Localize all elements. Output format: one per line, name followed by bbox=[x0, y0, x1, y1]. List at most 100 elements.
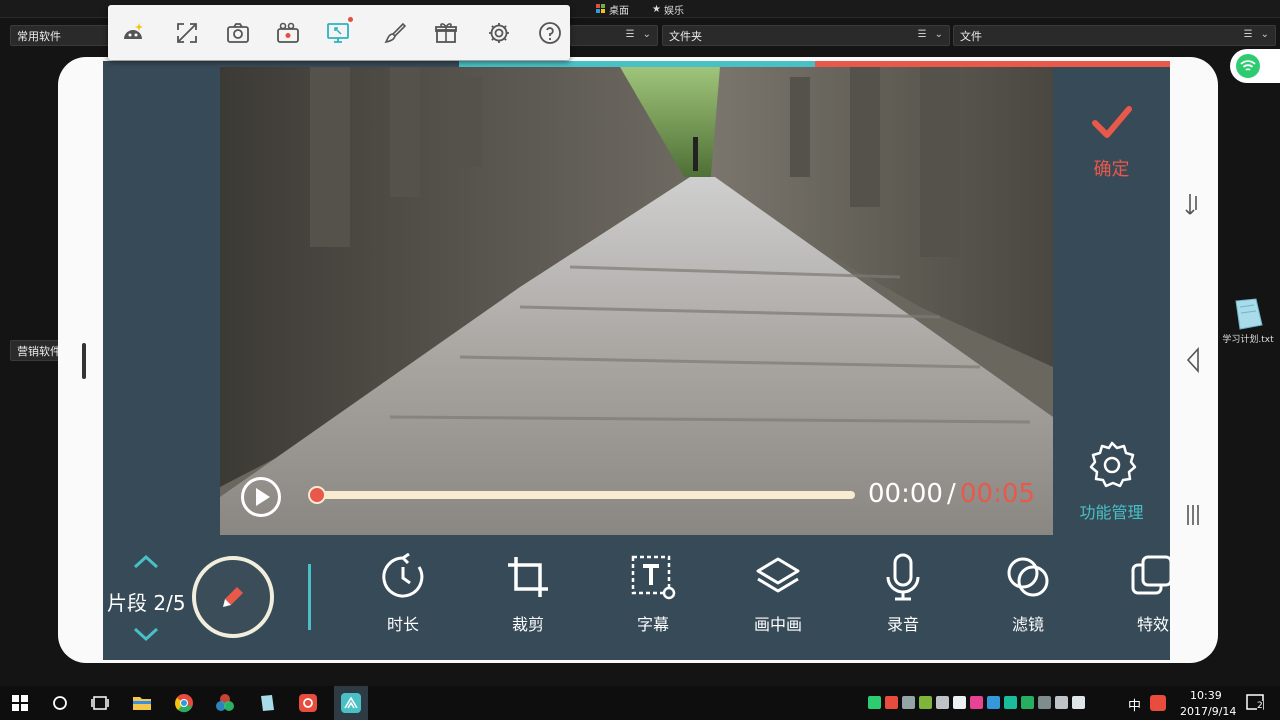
notification-icon bbox=[1246, 694, 1264, 710]
file-label[interactable]: 学习计划.txt bbox=[1220, 332, 1276, 345]
chrome-button[interactable] bbox=[172, 691, 196, 715]
app-tray-icon[interactable] bbox=[919, 696, 932, 709]
network-tray-icon[interactable] bbox=[1055, 696, 1068, 709]
check-icon[interactable] bbox=[1087, 97, 1137, 147]
phone-side-button bbox=[82, 343, 86, 379]
desktop-tab-entertainment[interactable]: ★ 娱乐 bbox=[652, 1, 684, 17]
paintbrush-icon bbox=[384, 22, 407, 44]
volume-tray-icon[interactable] bbox=[1072, 696, 1085, 709]
tool-label: 录音 bbox=[886, 615, 919, 634]
app-tray-icon[interactable] bbox=[936, 696, 949, 709]
fullscreen-button[interactable] bbox=[172, 18, 202, 48]
search-button[interactable] bbox=[48, 691, 72, 715]
mascot-button[interactable] bbox=[118, 18, 148, 48]
back-icon[interactable] bbox=[1184, 346, 1202, 374]
app-tray-icon[interactable] bbox=[970, 696, 983, 709]
app-tray-icon[interactable] bbox=[1004, 696, 1017, 709]
notepad-button[interactable] bbox=[255, 691, 279, 715]
tool-effects[interactable]: 特效 bbox=[1108, 553, 1170, 653]
app-tray-icon[interactable] bbox=[885, 696, 898, 709]
microphone-icon bbox=[886, 553, 920, 601]
fence-controls[interactable]: ☰ ⌄ bbox=[1244, 29, 1269, 40]
fence-folder[interactable]: 文件夹 ☰ ⌄ bbox=[662, 25, 950, 46]
seek-knob[interactable] bbox=[308, 486, 326, 504]
wifi-widget[interactable] bbox=[1230, 49, 1280, 83]
tool-duration[interactable]: 时长 bbox=[358, 553, 448, 653]
fence-title: 常用软件 bbox=[17, 29, 61, 43]
screen-projection-button[interactable] bbox=[323, 17, 353, 48]
wechat-tray-icon[interactable] bbox=[953, 696, 966, 709]
rotate-icon[interactable] bbox=[1184, 190, 1202, 220]
fence-file[interactable]: 文件 ☰ ⌄ bbox=[953, 25, 1276, 46]
fence-title: 文件夹 bbox=[669, 29, 702, 43]
tool-crop[interactable]: 裁剪 bbox=[483, 553, 573, 653]
start-button[interactable] bbox=[8, 691, 32, 715]
wifi-icon bbox=[1236, 54, 1260, 78]
list-icon: ☰ bbox=[625, 29, 635, 40]
chevron-up-icon[interactable] bbox=[131, 553, 161, 571]
filter-icon bbox=[1007, 557, 1049, 597]
segment-indicator: 片段 2/5 bbox=[107, 591, 186, 615]
expand-icon bbox=[177, 23, 197, 43]
time-separator: / bbox=[947, 479, 956, 509]
clock-date[interactable]: 2017/9/14 bbox=[1180, 705, 1236, 718]
confirm-button[interactable]: 确定 bbox=[1053, 155, 1170, 181]
notification-dot bbox=[348, 17, 353, 22]
task-view-icon bbox=[91, 696, 109, 710]
play-button[interactable] bbox=[241, 477, 281, 517]
file-explorer-button[interactable] bbox=[130, 691, 154, 715]
total-time: 00:05 bbox=[960, 479, 1035, 509]
action-center-button[interactable]: 2 bbox=[1244, 691, 1268, 715]
screenshot-button[interactable] bbox=[223, 18, 253, 48]
current-time: 00:00 bbox=[868, 479, 943, 509]
fence-controls[interactable]: ☰ ⌄ bbox=[626, 29, 651, 40]
clock-time[interactable]: 10:39 bbox=[1190, 689, 1222, 702]
tool-subtitle[interactable]: 字幕 bbox=[608, 553, 698, 653]
desktop-tab-desk[interactable]: 桌面 bbox=[596, 1, 629, 17]
gear-icon[interactable] bbox=[1087, 439, 1137, 489]
chevron-down-icon: ⌄ bbox=[642, 29, 651, 40]
record-video-button[interactable] bbox=[273, 18, 303, 48]
chevron-down-icon: ⌄ bbox=[934, 29, 943, 40]
text-file-icon[interactable] bbox=[1230, 297, 1266, 331]
app-tray-icon[interactable] bbox=[1021, 696, 1034, 709]
notification-count: 2 bbox=[1257, 701, 1263, 711]
sogou-input-icon[interactable] bbox=[1150, 695, 1166, 711]
camera-icon bbox=[227, 23, 249, 43]
brush-tool-button[interactable] bbox=[380, 18, 410, 48]
tool-filter[interactable]: 滤镜 bbox=[983, 553, 1073, 653]
notepad-icon bbox=[261, 695, 274, 711]
function-management-button[interactable]: 功能管理 bbox=[1053, 499, 1170, 523]
seek-track[interactable] bbox=[315, 491, 855, 499]
gear-icon bbox=[489, 23, 509, 43]
app-tray-icon[interactable] bbox=[902, 696, 915, 709]
app-tray-icon[interactable] bbox=[1038, 696, 1051, 709]
fence-controls[interactable]: ☰ ⌄ bbox=[918, 29, 943, 40]
help-button[interactable] bbox=[535, 18, 565, 48]
color-app-button[interactable] bbox=[213, 691, 237, 715]
gift-button[interactable] bbox=[431, 18, 461, 48]
video-preview[interactable]: 00:00 / 00:05 bbox=[220, 67, 1053, 535]
layers-icon bbox=[756, 557, 800, 593]
app-tray-icon[interactable] bbox=[987, 696, 1000, 709]
segment-thumbnail[interactable] bbox=[192, 556, 274, 638]
cortana-icon bbox=[53, 696, 67, 710]
right-panel: 确定 功能管理 bbox=[1053, 67, 1170, 535]
recent-apps-icon[interactable] bbox=[1184, 502, 1202, 528]
wifi-tray-icon[interactable] bbox=[868, 696, 881, 709]
monitor-icon bbox=[327, 23, 349, 43]
fence-blank[interactable]: ☰ ⌄ bbox=[570, 25, 658, 46]
video-camera-icon bbox=[277, 22, 299, 43]
settings-button[interactable] bbox=[484, 18, 514, 48]
tool-picture-in-picture[interactable]: 画中画 bbox=[733, 553, 823, 653]
emulator-button[interactable] bbox=[334, 686, 368, 720]
bottom-toolbar: 片段 2/5 时长 裁剪 字幕 画中画 录音 滤镜 特效 bbox=[103, 535, 1170, 660]
tool-record-audio[interactable]: 录音 bbox=[858, 553, 948, 653]
task-view-button[interactable] bbox=[88, 691, 112, 715]
system-tray bbox=[868, 696, 1085, 710]
mascot-icon bbox=[124, 23, 143, 39]
input-method-indicator[interactable]: 中 bbox=[1128, 695, 1141, 714]
fence-title: 营销软件 bbox=[17, 344, 61, 358]
netease-music-button[interactable] bbox=[296, 691, 320, 715]
chevron-down-icon[interactable] bbox=[131, 625, 161, 643]
